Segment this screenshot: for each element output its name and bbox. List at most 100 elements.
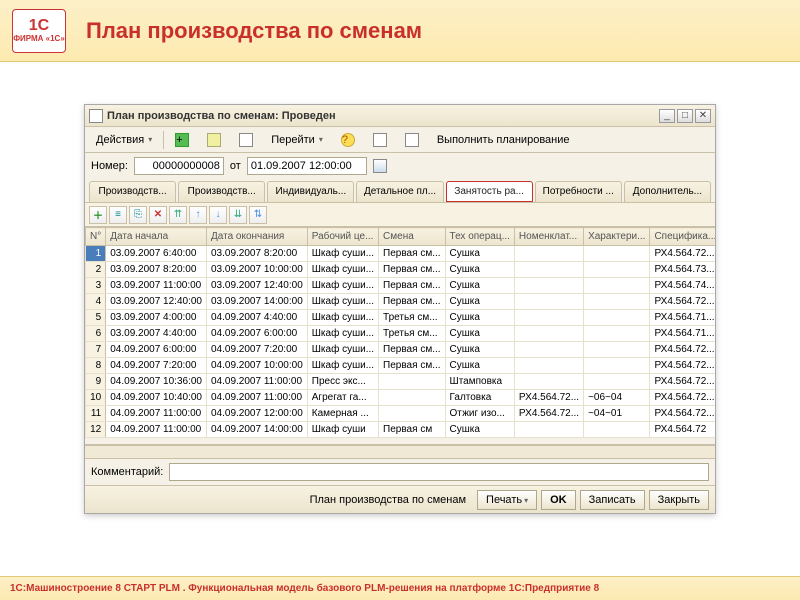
column-header[interactable]: Смена	[379, 228, 445, 246]
cell[interactable]: 03.09.2007 8:20:00	[106, 262, 207, 278]
cell[interactable]: 03.09.2007 12:40:00	[106, 294, 207, 310]
cell[interactable]: 04.09.2007 6:00:00	[207, 326, 308, 342]
cell[interactable]: Штамповка	[445, 374, 514, 390]
date-input[interactable]	[247, 157, 367, 175]
cell[interactable]: Первая см...	[379, 278, 445, 294]
cell[interactable]: Сушка	[445, 294, 514, 310]
cell[interactable]: 03.09.2007 4:40:00	[106, 326, 207, 342]
column-header[interactable]: Специфика...	[650, 228, 715, 246]
cell[interactable]: РХ4.564.72...	[650, 390, 715, 406]
number-input[interactable]	[134, 157, 224, 175]
cell[interactable]: Первая см...	[379, 262, 445, 278]
table-row[interactable]: 904.09.2007 10:36:0004.09.2007 11:00:00П…	[86, 374, 716, 390]
cell[interactable]: 04.09.2007 10:40:00	[106, 390, 207, 406]
cell[interactable]: 04.09.2007 12:00:00	[207, 406, 308, 422]
cell[interactable]: 04.09.2007 6:00:00	[106, 342, 207, 358]
cell[interactable]: 2	[86, 262, 106, 278]
table-row[interactable]: 704.09.2007 6:00:0004.09.2007 7:20:00Шка…	[86, 342, 716, 358]
cell[interactable]: Первая см	[379, 422, 445, 438]
comment-input[interactable]	[169, 463, 709, 481]
cell[interactable]: 03.09.2007 6:40:00	[106, 246, 207, 262]
cell[interactable]: 1	[86, 246, 106, 262]
cell[interactable]	[584, 278, 650, 294]
cell[interactable]: Пресс экс...	[307, 374, 378, 390]
cell[interactable]: 6	[86, 326, 106, 342]
cell[interactable]	[514, 294, 583, 310]
cell[interactable]	[584, 342, 650, 358]
table-row[interactable]: 1104.09.2007 11:00:0004.09.2007 12:00:00…	[86, 406, 716, 422]
cell[interactable]	[584, 262, 650, 278]
cell[interactable]: 04.09.2007 11:00:00	[207, 374, 308, 390]
print-button[interactable]: Печать	[477, 490, 537, 510]
grid-copy-button[interactable]: ⎘	[129, 206, 147, 224]
cell[interactable]: 04.09.2007 7:20:00	[207, 342, 308, 358]
cell[interactable]: Третья см...	[379, 310, 445, 326]
cell[interactable]: 04.09.2007 11:00:00	[207, 390, 308, 406]
column-header[interactable]: Рабочий це...	[307, 228, 378, 246]
cell[interactable]	[584, 326, 650, 342]
calendar-icon[interactable]	[373, 159, 387, 173]
table-row[interactable]: 403.09.2007 12:40:0003.09.2007 14:00:00Ш…	[86, 294, 716, 310]
tab-6[interactable]: Дополнитель...	[624, 181, 711, 202]
column-header[interactable]: Номенклат...	[514, 228, 583, 246]
cell[interactable]	[514, 262, 583, 278]
cell[interactable]: 10	[86, 390, 106, 406]
cell[interactable]: Первая см...	[379, 246, 445, 262]
cell[interactable]	[514, 326, 583, 342]
cell[interactable]: Шкаф суши	[307, 422, 378, 438]
list-icon[interactable]	[232, 130, 260, 150]
cell[interactable]: Первая см...	[379, 294, 445, 310]
window-titlebar[interactable]: План производства по сменам: Проведен _ …	[85, 105, 715, 127]
tab-0[interactable]: Производств...	[89, 181, 176, 202]
actions-menu[interactable]: Действия	[89, 131, 159, 149]
cell[interactable]: 04.09.2007 4:40:00	[207, 310, 308, 326]
cell[interactable]: ~06~04	[584, 390, 650, 406]
grid-last-button[interactable]: ⇊	[229, 206, 247, 224]
dmo2-icon[interactable]	[398, 130, 426, 150]
cell[interactable]: РХ4.564.72...	[650, 342, 715, 358]
column-header[interactable]: Дата окончания	[207, 228, 308, 246]
cell[interactable]	[379, 390, 445, 406]
cell[interactable]: 3	[86, 278, 106, 294]
cell[interactable]	[514, 246, 583, 262]
column-header[interactable]: Дата начала	[106, 228, 207, 246]
cell[interactable]: 5	[86, 310, 106, 326]
tab-1[interactable]: Производств...	[178, 181, 265, 202]
cell[interactable]: 03.09.2007 14:00:00	[207, 294, 308, 310]
cell[interactable]: 04.09.2007 11:00:00	[106, 422, 207, 438]
goto-menu[interactable]: Перейти	[264, 131, 330, 149]
help-icon[interactable]: ?	[334, 130, 362, 150]
cell[interactable]	[584, 246, 650, 262]
data-grid[interactable]: N°Дата началаДата окончанияРабочий це...…	[85, 227, 715, 438]
cell[interactable]: РХ4.564.72...	[650, 246, 715, 262]
cell[interactable]: Отжиг изо...	[445, 406, 514, 422]
cell[interactable]	[514, 310, 583, 326]
cell[interactable]: Шкаф суши...	[307, 326, 378, 342]
cell[interactable]: Шкаф суши...	[307, 294, 378, 310]
cell[interactable]: ~04~01	[584, 406, 650, 422]
cell[interactable]	[514, 374, 583, 390]
cell[interactable]	[584, 310, 650, 326]
run-planning-button[interactable]: Выполнить планирование	[430, 131, 577, 149]
cell[interactable]: Сушка	[445, 422, 514, 438]
cell[interactable]: РХ4.564.71...	[650, 326, 715, 342]
table-row[interactable]: 603.09.2007 4:40:0004.09.2007 6:00:00Шка…	[86, 326, 716, 342]
column-header[interactable]: N°	[86, 228, 106, 246]
cell[interactable]: 4	[86, 294, 106, 310]
cell[interactable]	[584, 294, 650, 310]
grid-first-button[interactable]: ⇈	[169, 206, 187, 224]
close-window-button[interactable]: Закрыть	[649, 490, 709, 510]
cell[interactable]: 9	[86, 374, 106, 390]
cell[interactable]: Шкаф суши...	[307, 342, 378, 358]
cell[interactable]: Сушка	[445, 262, 514, 278]
cell[interactable]: 03.09.2007 11:00:00	[106, 278, 207, 294]
restore-button[interactable]: □	[677, 109, 693, 123]
table-row[interactable]: 103.09.2007 6:40:0003.09.2007 8:20:00Шка…	[86, 246, 716, 262]
cell[interactable]	[584, 358, 650, 374]
grid-add-button[interactable]: ＋	[89, 206, 107, 224]
cell[interactable]: Сушка	[445, 358, 514, 374]
table-row[interactable]: 1204.09.2007 11:00:0004.09.2007 14:00:00…	[86, 422, 716, 438]
cell[interactable]: Агрегат га...	[307, 390, 378, 406]
cell[interactable]: РХ4.564.72	[650, 422, 715, 438]
add-icon[interactable]: +	[168, 130, 196, 150]
